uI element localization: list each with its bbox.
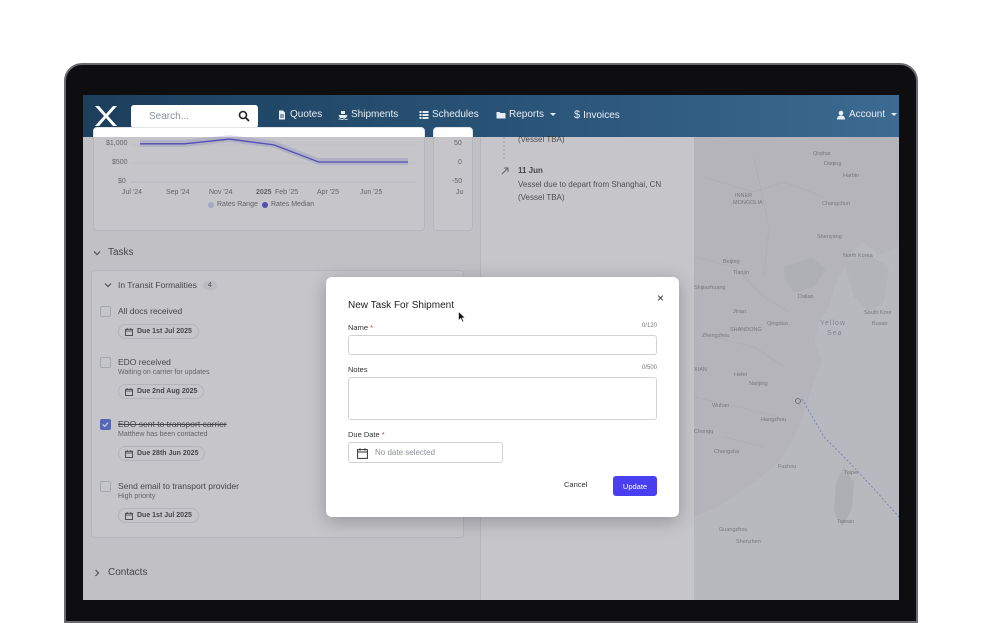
search-input[interactable] — [131, 105, 231, 128]
close-icon[interactable]: × — [657, 291, 664, 305]
cancel-button[interactable]: Cancel — [564, 480, 587, 489]
brand-logo[interactable] — [93, 104, 119, 128]
nav-invoices[interactable]: $ Invoices — [574, 109, 620, 121]
dollar-icon: $ — [574, 109, 581, 121]
document-icon — [279, 110, 285, 119]
chevron-down-icon — [550, 113, 557, 116]
notes-textarea[interactable] — [348, 377, 657, 420]
required-marker: * — [370, 323, 374, 332]
required-marker: * — [381, 430, 385, 439]
name-label-text: Name — [348, 323, 369, 332]
name-char-count: 0/120 — [641, 323, 657, 329]
user-icon — [837, 110, 845, 119]
nav-schedules[interactable]: Schedules — [419, 109, 479, 120]
nav-reports-label: Reports — [509, 109, 545, 120]
name-field-label: Name * — [348, 323, 373, 332]
due-label-text: Due Date — [348, 430, 380, 439]
update-button[interactable]: Update — [613, 476, 657, 496]
ship-icon — [338, 110, 348, 120]
nav-quotes-label: Quotes — [290, 109, 323, 120]
name-input[interactable] — [348, 335, 657, 355]
due-date-field-label: Due Date * — [348, 430, 385, 439]
mouse-cursor-icon — [458, 311, 466, 323]
nav-account[interactable]: Account — [836, 109, 898, 120]
nav-invoices-label: Invoices — [583, 109, 620, 121]
nav-schedules-label: Schedules — [432, 109, 479, 120]
notes-field-label: Notes — [348, 365, 368, 374]
nav-shipments-label: Shipments — [351, 109, 399, 120]
nav-reports[interactable]: Reports — [496, 109, 557, 120]
nav-shipments[interactable]: Shipments — [338, 109, 398, 120]
dialog-title: New Task For Shipment — [348, 300, 454, 311]
nav-account-label: Account — [849, 109, 886, 120]
due-date-input[interactable] — [375, 443, 499, 462]
list-icon — [419, 110, 429, 119]
chevron-down-icon — [891, 113, 898, 116]
search-box[interactable] — [131, 105, 258, 128]
search-icon[interactable] — [238, 110, 250, 122]
due-date-picker[interactable] — [348, 442, 503, 463]
new-task-dialog: New Task For Shipment × Name * 0/120 Not… — [326, 277, 679, 517]
folder-icon — [496, 111, 506, 118]
nav-quotes[interactable]: Quotes — [277, 109, 322, 120]
notes-char-count: 0/500 — [641, 365, 657, 371]
calendar-icon — [357, 448, 368, 459]
